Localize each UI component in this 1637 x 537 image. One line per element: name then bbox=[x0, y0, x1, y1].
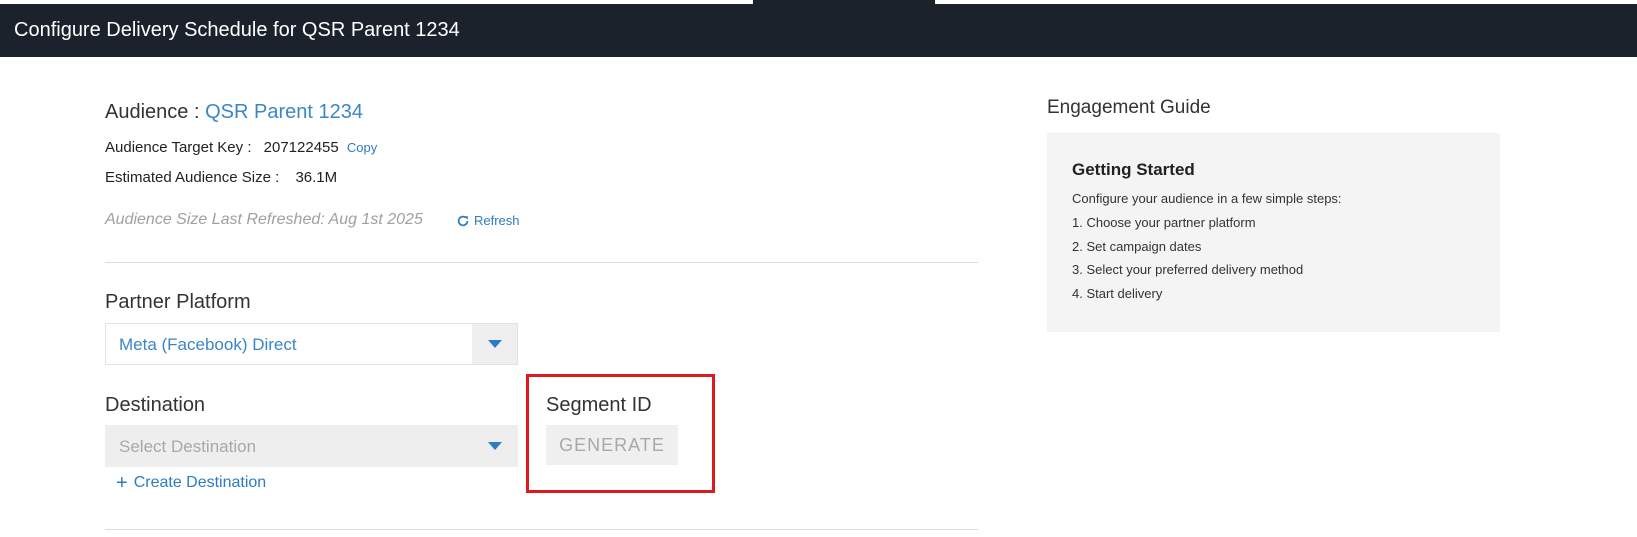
plus-icon: + bbox=[116, 472, 128, 494]
last-refreshed-text: Audience Size Last Refreshed: Aug 1st 20… bbox=[105, 211, 423, 228]
guide-heading: Getting Started bbox=[1072, 160, 1195, 179]
target-key-value: 207122455 bbox=[263, 139, 339, 156]
audience-size-label: Estimated Audience Size : bbox=[105, 169, 280, 186]
guide-step: 1. Choose your partner platform bbox=[1072, 215, 1256, 230]
audience-name-link[interactable]: QSR Parent 1234 bbox=[205, 101, 363, 123]
target-key-label: Audience Target Key : bbox=[105, 139, 252, 156]
divider-top bbox=[105, 262, 978, 263]
refresh-button[interactable]: Refresh bbox=[456, 213, 520, 228]
copy-link[interactable]: Copy bbox=[347, 140, 377, 155]
refresh-label: Refresh bbox=[474, 213, 520, 228]
destination-select[interactable]: Select Destination bbox=[105, 425, 518, 467]
guide-step: 4. Start delivery bbox=[1072, 286, 1163, 301]
divider-bottom bbox=[105, 529, 978, 530]
audience-target-key-row: Audience Target Key : 207122455 Copy bbox=[105, 138, 377, 158]
audience-size-value: 36.1M bbox=[295, 169, 338, 186]
engagement-guide-panel: Getting Started Configure your audience … bbox=[1047, 133, 1500, 332]
engagement-guide-title: Engagement Guide bbox=[1047, 97, 1211, 118]
segment-id-label: Segment ID bbox=[546, 394, 652, 416]
chevron-down-icon[interactable] bbox=[472, 324, 517, 364]
partner-platform-label: Partner Platform bbox=[105, 291, 251, 313]
guide-intro: Configure your audience in a few simple … bbox=[1072, 191, 1342, 206]
partner-platform-select[interactable]: Meta (Facebook) Direct bbox=[105, 323, 518, 365]
chevron-down-icon[interactable] bbox=[472, 426, 517, 466]
audience-size-row: Estimated Audience Size : 36.1M bbox=[105, 168, 337, 188]
destination-placeholder: Select Destination bbox=[119, 437, 257, 456]
refresh-icon bbox=[457, 215, 469, 226]
audience-heading: Audience : QSR Parent 1234 bbox=[105, 100, 363, 124]
title-bar: Configure Delivery Schedule for QSR Pare… bbox=[0, 4, 1637, 57]
create-destination-label: Create Destination bbox=[133, 474, 267, 491]
page-title: Configure Delivery Schedule for QSR Pare… bbox=[14, 19, 460, 41]
create-destination-link[interactable]: + Create Destination bbox=[116, 472, 267, 494]
destination-label: Destination bbox=[105, 394, 206, 416]
guide-step: 2. Set campaign dates bbox=[1072, 239, 1202, 254]
guide-step: 3. Select your preferred delivery method bbox=[1072, 262, 1304, 277]
generate-button[interactable]: GENERATE bbox=[546, 425, 678, 465]
audience-label: Audience : bbox=[105, 101, 200, 123]
partner-platform-value: Meta (Facebook) Direct bbox=[119, 335, 297, 354]
